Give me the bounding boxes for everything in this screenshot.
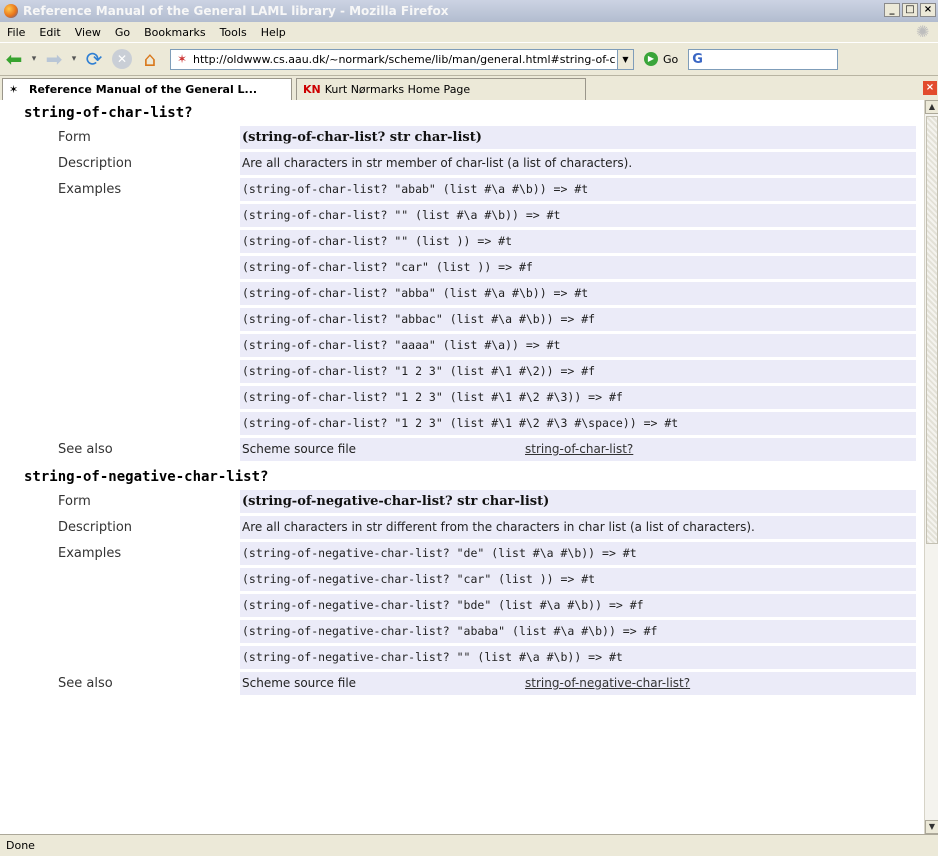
- entry-string-of-negative-char-list: string-of-negative-char-list? Form (stri…: [0, 464, 924, 695]
- status-bar: Done: [0, 834, 938, 856]
- reload-icon[interactable]: ⟳: [80, 46, 108, 72]
- form-value: (string-of-char-list? str char-list): [240, 126, 916, 149]
- see-also-cell: Scheme source file string-of-char-list?: [240, 438, 916, 461]
- menu-help[interactable]: Help: [254, 26, 293, 39]
- form-label: Form: [58, 130, 91, 145]
- menu-bookmarks[interactable]: Bookmarks: [137, 26, 212, 39]
- source-file-label: Scheme source file: [242, 442, 357, 456]
- example: (string-of-negative-char-list? "de" (lis…: [240, 542, 916, 565]
- example: (string-of-negative-char-list? "ababa" (…: [240, 620, 916, 643]
- see-also-label: See also: [58, 442, 113, 457]
- description-value: Are all characters in str member of char…: [240, 152, 916, 175]
- navigation-toolbar: ⬅ ▾ ➡ ▾ ⟳ ✕ ⌂ ✶ http://oldwww.cs.aau.dk/…: [0, 42, 938, 76]
- description-label: Description: [58, 520, 133, 535]
- title-bar: Reference Manual of the General LAML lib…: [0, 0, 938, 22]
- stop-icon[interactable]: ✕: [112, 49, 132, 69]
- example: (string-of-char-list? "" (list )) => #t: [240, 230, 916, 253]
- site-favicon-icon: ✶: [176, 52, 188, 66]
- scroll-thumb[interactable]: [926, 116, 938, 544]
- example: (string-of-char-list? "" (list #\a #\b))…: [240, 204, 916, 227]
- example: (string-of-negative-char-list? "" (list …: [240, 646, 916, 669]
- vertical-scrollbar[interactable]: ▲ ▼: [924, 100, 938, 834]
- forward-dropdown-icon[interactable]: ▾: [68, 54, 80, 64]
- search-input[interactable]: G: [688, 48, 839, 70]
- throbber-icon: ✺: [916, 22, 930, 41]
- example: (string-of-char-list? "abba" (list #\a #…: [240, 282, 916, 305]
- page-content: string-of-char-list? Form (string-of-cha…: [0, 100, 924, 834]
- example: (string-of-char-list? "1 2 3" (list #\1 …: [240, 412, 916, 435]
- tab-label: Reference Manual of the General L...: [29, 83, 258, 96]
- scroll-up-icon[interactable]: ▲: [925, 100, 938, 114]
- examples-label: Examples: [58, 182, 122, 197]
- entry-string-of-char-list: string-of-char-list? Form (string-of-cha…: [0, 100, 924, 461]
- firefox-icon: [4, 4, 18, 18]
- description-value: Are all characters in str different from…: [240, 516, 916, 539]
- menu-view[interactable]: View: [68, 26, 108, 39]
- close-tab-icon[interactable]: ×: [923, 81, 937, 95]
- url-dropdown-button[interactable]: ▼: [618, 48, 634, 70]
- menu-tools[interactable]: Tools: [213, 26, 254, 39]
- example: (string-of-char-list? "1 2 3" (list #\1 …: [240, 360, 916, 383]
- example: (string-of-char-list? "car" (list )) => …: [240, 256, 916, 279]
- home-icon[interactable]: ⌂: [136, 46, 164, 72]
- url-field[interactable]: ✶ http://oldwww.cs.aau.dk/~normark/schem…: [170, 48, 618, 70]
- window-controls: _ □ ×: [882, 3, 936, 17]
- minimize-button[interactable]: _: [884, 3, 900, 17]
- see-also-link[interactable]: string-of-char-list?: [525, 438, 633, 461]
- tab-kurt-normark-home[interactable]: KN Kurt Nørmarks Home Page: [296, 78, 586, 100]
- scroll-down-icon[interactable]: ▼: [925, 820, 938, 834]
- maximize-button[interactable]: □: [902, 3, 918, 17]
- tab-bar: ✶ Reference Manual of the General L... K…: [0, 76, 938, 100]
- example: (string-of-char-list? "abab" (list #\a #…: [240, 178, 916, 201]
- back-arrow-icon[interactable]: ⬅: [0, 46, 28, 72]
- see-also-label: See also: [58, 676, 113, 691]
- example: (string-of-negative-char-list? "car" (li…: [240, 568, 916, 591]
- go-button[interactable]: ▶ Go: [644, 52, 678, 66]
- description-label: Description: [58, 156, 133, 171]
- tab-reference-manual[interactable]: ✶ Reference Manual of the General L...: [2, 78, 292, 100]
- example: (string-of-negative-char-list? "bde" (li…: [240, 594, 916, 617]
- entry-title: string-of-char-list?: [24, 105, 193, 121]
- form-value: (string-of-negative-char-list? str char-…: [240, 490, 916, 513]
- menu-go[interactable]: Go: [108, 26, 137, 39]
- source-file-label: Scheme source file: [242, 676, 357, 690]
- go-arrow-icon: ▶: [644, 52, 658, 66]
- form-label: Form: [58, 494, 91, 509]
- entry-title: string-of-negative-char-list?: [24, 469, 269, 485]
- back-dropdown-icon[interactable]: ▾: [28, 54, 40, 64]
- see-also-cell: Scheme source file string-of-negative-ch…: [240, 672, 916, 695]
- tab-label: Kurt Nørmarks Home Page: [324, 83, 471, 96]
- google-search-icon[interactable]: G: [692, 52, 703, 67]
- menu-file[interactable]: File: [0, 26, 32, 39]
- menu-edit[interactable]: Edit: [32, 26, 67, 39]
- menu-bar: File Edit View Go Bookmarks Tools Help ✺: [0, 22, 938, 42]
- url-text[interactable]: http://oldwww.cs.aau.dk/~normark/scheme/…: [193, 53, 617, 66]
- favicon-icon: ✶: [9, 83, 19, 96]
- status-text: Done: [6, 839, 35, 852]
- close-button[interactable]: ×: [920, 3, 936, 17]
- example: (string-of-char-list? "abbac" (list #\a …: [240, 308, 916, 331]
- forward-arrow-icon[interactable]: ➡: [40, 46, 68, 72]
- see-also-link[interactable]: string-of-negative-char-list?: [525, 672, 690, 695]
- window-title: Reference Manual of the General LAML lib…: [23, 4, 449, 18]
- examples-label: Examples: [58, 546, 122, 561]
- kn-favicon-icon: KN: [303, 83, 321, 96]
- go-label: Go: [663, 52, 679, 66]
- example: (string-of-char-list? "aaaa" (list #\a))…: [240, 334, 916, 357]
- example: (string-of-char-list? "1 2 3" (list #\1 …: [240, 386, 916, 409]
